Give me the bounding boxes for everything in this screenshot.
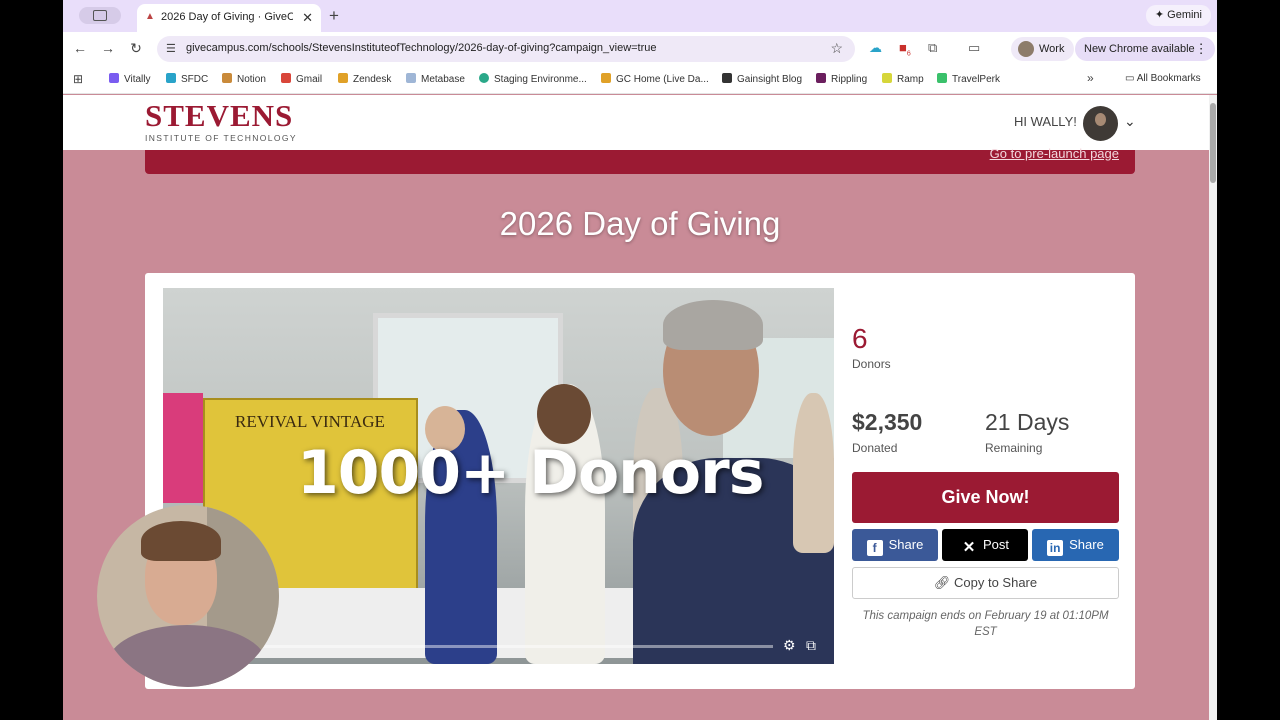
bookmark-zendesk[interactable]: Zendesk <box>338 73 391 85</box>
bookmark-staging[interactable]: Staging Environme... <box>479 73 587 85</box>
share-linkedin-button[interactable]: in Share <box>1032 529 1119 561</box>
bookmark-gc-home[interactable]: GC Home (Live Da... <box>601 73 709 85</box>
miniplayer-icon[interactable]: ⧉ <box>806 637 816 654</box>
facebook-icon: f <box>866 540 883 556</box>
sfdc-icon <box>166 73 176 83</box>
metabase-icon <box>406 73 416 83</box>
chevron-down-icon[interactable]: ⌄ <box>1124 113 1136 130</box>
bookmark-gmail[interactable]: Gmail <box>281 73 322 85</box>
more-bookmarks-icon[interactable]: » <box>1087 71 1094 85</box>
gemini-button[interactable]: ✦ Gemini <box>1145 5 1211 26</box>
tab-strip: ▲ 2026 Day of Giving · GiveCampus ✕ + ✦ … <box>63 0 1217 32</box>
days-remaining: 21 Days <box>985 409 1070 435</box>
notion-icon <box>222 73 232 83</box>
x-icon: ✕ <box>962 539 976 556</box>
tab-search-button[interactable] <box>79 7 121 24</box>
linkedin-icon: in <box>1047 540 1064 556</box>
greeting: HI WALLY! <box>1014 114 1077 129</box>
update-label: New Chrome available <box>1084 43 1195 55</box>
page-scrollbar[interactable] <box>1209 95 1217 720</box>
back-icon[interactable]: ← <box>71 40 89 56</box>
donors-label: Donors <box>852 357 891 371</box>
campaign-card: REVIVAL VINTAGE 1000+ Donors ⚙ ⧉ 6 Donor… <box>145 273 1135 689</box>
gainsight-icon <box>722 73 732 83</box>
share-x-button[interactable]: ✕ Post <box>942 529 1028 561</box>
bookmark-metabase[interactable]: Metabase <box>406 73 465 85</box>
profile-button[interactable]: Work <box>1011 37 1075 61</box>
site-header: STEVENS INSTITUTE OF TECHNOLOGY HI WALLY… <box>63 95 1209 150</box>
bookmark-sfdc[interactable]: SFDC <box>166 73 208 85</box>
close-tab-icon[interactable]: ✕ <box>302 10 313 26</box>
toolbar: ← → ↻ ☰ givecampus.com/schools/StevensIn… <box>63 32 1217 66</box>
gc-home-icon <box>601 73 611 83</box>
address-bar[interactable]: ☰ givecampus.com/schools/StevensInstitut… <box>157 36 855 62</box>
apps-icon[interactable]: ⊞ <box>73 72 83 86</box>
bookmark-notion[interactable]: Notion <box>222 73 266 85</box>
cast-icon[interactable]: ▭ <box>968 40 980 56</box>
menu-dots-icon[interactable]: ⋮ <box>1195 37 1208 61</box>
donated-label: Donated <box>852 441 898 455</box>
travelperk-icon <box>937 73 947 83</box>
star-icon[interactable]: ☆ <box>830 40 843 57</box>
avatar[interactable] <box>1083 106 1118 141</box>
bookmark-rippling[interactable]: Rippling <box>816 73 867 85</box>
staging-icon <box>479 73 489 83</box>
url-text: givecampus.com/schools/StevensInstituteo… <box>186 42 657 54</box>
vitally-icon <box>109 73 119 83</box>
tune-icon[interactable]: ☰ <box>166 42 176 55</box>
ramp-icon <box>882 73 892 83</box>
copy-to-share-button[interactable]: 🔗︎ Copy to Share <box>852 567 1119 599</box>
campaign-end-text: This campaign ends on February 19 at 01:… <box>862 610 1109 638</box>
tab-search-icon <box>93 10 107 21</box>
stevens-logo[interactable]: STEVENS INSTITUTE OF TECHNOLOGY <box>145 98 297 143</box>
folder-icon: ▭ <box>1125 73 1137 84</box>
donors-count: 6 <box>852 323 868 354</box>
bookmarks-bar: ⊞ Vitally SFDC Notion Gmail Zendesk Meta… <box>63 66 1217 94</box>
favicon-icon: ▲ <box>145 11 155 22</box>
tab-active[interactable]: ▲ 2026 Day of Giving · GiveCampus ✕ <box>137 4 321 32</box>
all-bookmarks[interactable]: ▭ All Bookmarks <box>1125 73 1201 84</box>
prelaunch-link[interactable]: Go to pre-launch page <box>990 146 1119 161</box>
page-title: 2026 Day of Giving <box>499 205 781 242</box>
bookmark-ramp[interactable]: Ramp <box>882 73 924 85</box>
reload-icon[interactable]: ↻ <box>127 40 145 57</box>
salesforce-extension-icon[interactable]: ☁ <box>869 40 882 56</box>
update-button[interactable]: New Chrome available ⋮ <box>1075 37 1215 61</box>
extensions-icon[interactable]: ⧉ <box>928 40 937 56</box>
video-overlay-text: 1000+ Donors <box>297 438 764 508</box>
forward-icon[interactable]: → <box>99 40 117 56</box>
calendar-extension-icon[interactable]: ■6 <box>899 40 911 58</box>
video-progress[interactable] <box>243 645 773 648</box>
logo-main: STEVENS <box>145 98 294 133</box>
settings-icon[interactable]: ⚙ <box>783 637 796 654</box>
give-now-button[interactable]: Give Now! <box>852 472 1119 523</box>
logo-sub: INSTITUTE OF TECHNOLOGY <box>145 133 297 143</box>
donated-amount: $2,350 <box>852 409 923 435</box>
bookmark-vitally[interactable]: Vitally <box>109 73 151 85</box>
bookmark-travelperk[interactable]: TravelPerk <box>937 73 1000 85</box>
profile-avatar <box>1018 41 1034 57</box>
tab-title: 2026 Day of Giving · GiveCampus <box>161 11 293 23</box>
zendesk-icon <box>338 73 348 83</box>
rippling-icon <box>816 73 826 83</box>
prelaunch-banner: Go to pre-launch page <box>145 146 1135 174</box>
days-label: Remaining <box>985 441 1043 455</box>
gmail-icon <box>281 73 291 83</box>
bookmark-gainsight[interactable]: Gainsight Blog <box>722 73 802 85</box>
new-tab-button[interactable]: + <box>329 6 339 26</box>
share-facebook-button[interactable]: f Share <box>852 529 938 561</box>
link-icon: 🔗︎ <box>933 575 954 590</box>
webcam-overlay <box>97 505 279 687</box>
campaign-stats: 6 Donors $2,350 Donated 21 Days Remainin… <box>852 273 1135 689</box>
profile-label: Work <box>1039 43 1065 55</box>
